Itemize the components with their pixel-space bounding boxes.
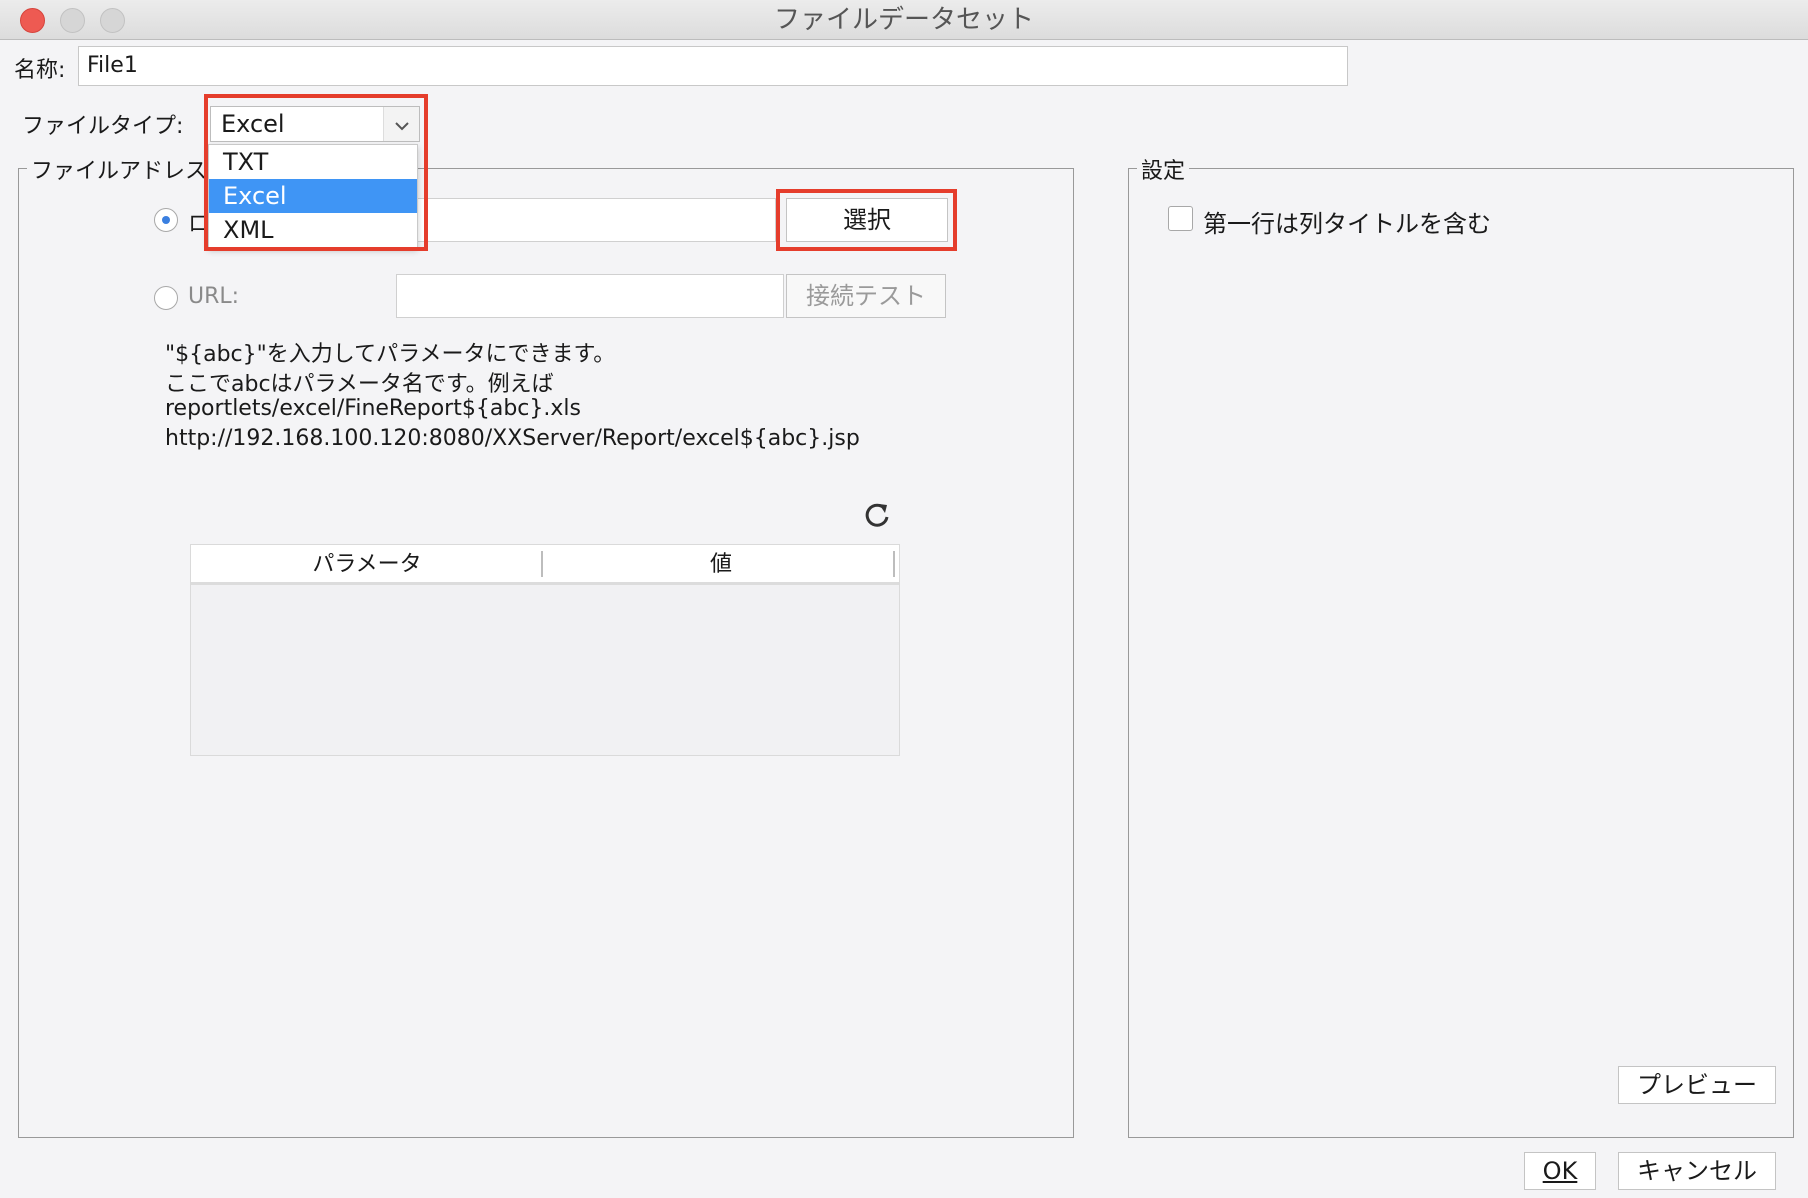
url-radio[interactable]	[154, 286, 178, 310]
name-label: 名称:	[14, 58, 66, 83]
settings-group-title: 設定	[1137, 153, 1190, 185]
preview-button[interactable]: プレビュー	[1618, 1066, 1776, 1104]
local-file-radio[interactable]	[154, 208, 178, 232]
parameter-table: パラメータ 値	[190, 544, 900, 756]
column-divider	[541, 551, 543, 577]
local-path-input[interactable]	[396, 198, 776, 242]
parameter-table-header: パラメータ 値	[191, 545, 899, 585]
name-input[interactable]: File1	[78, 46, 1348, 86]
hint-line-4: http://192.168.100.120:8080/XXServer/Rep…	[165, 426, 860, 451]
connection-test-button[interactable]: 接続テスト	[786, 274, 946, 318]
window-title: ファイルデータセット	[773, 5, 1034, 35]
refresh-icon[interactable]	[862, 500, 892, 530]
first-row-title-label: 第一行は列タイトルを含む	[1203, 210, 1491, 238]
hint-line-2: ここでabcはパラメータ名です。例えば	[165, 372, 554, 397]
column-divider	[893, 551, 895, 577]
file-dataset-dialog: ファイルデータセット 名称: File1 ファイルタイプ: Excel TXT …	[0, 0, 1808, 1198]
select-button-highlight-box	[776, 189, 957, 251]
settings-group: 設定	[1128, 153, 1794, 1138]
first-row-title-checkbox[interactable]	[1168, 206, 1193, 231]
hint-line-1: "${abc}"を入力してパラメータにできます。	[165, 342, 616, 367]
file-address-group-title: ファイルアドレス	[27, 153, 212, 185]
file-type-label: ファイルタイプ:	[22, 114, 184, 139]
url-radio-label: URL:	[188, 284, 240, 309]
column-header-value[interactable]: 値	[545, 545, 897, 582]
hint-line-3: reportlets/excel/FineReport${abc}.xls	[165, 396, 581, 421]
dropdown-highlight-box	[204, 94, 428, 251]
cancel-button[interactable]: キャンセル	[1618, 1152, 1776, 1190]
title-bar: ファイルデータセット	[0, 0, 1808, 40]
url-input[interactable]	[396, 274, 784, 318]
ok-button[interactable]: OK	[1524, 1152, 1596, 1190]
column-header-parameter[interactable]: パラメータ	[191, 545, 543, 582]
